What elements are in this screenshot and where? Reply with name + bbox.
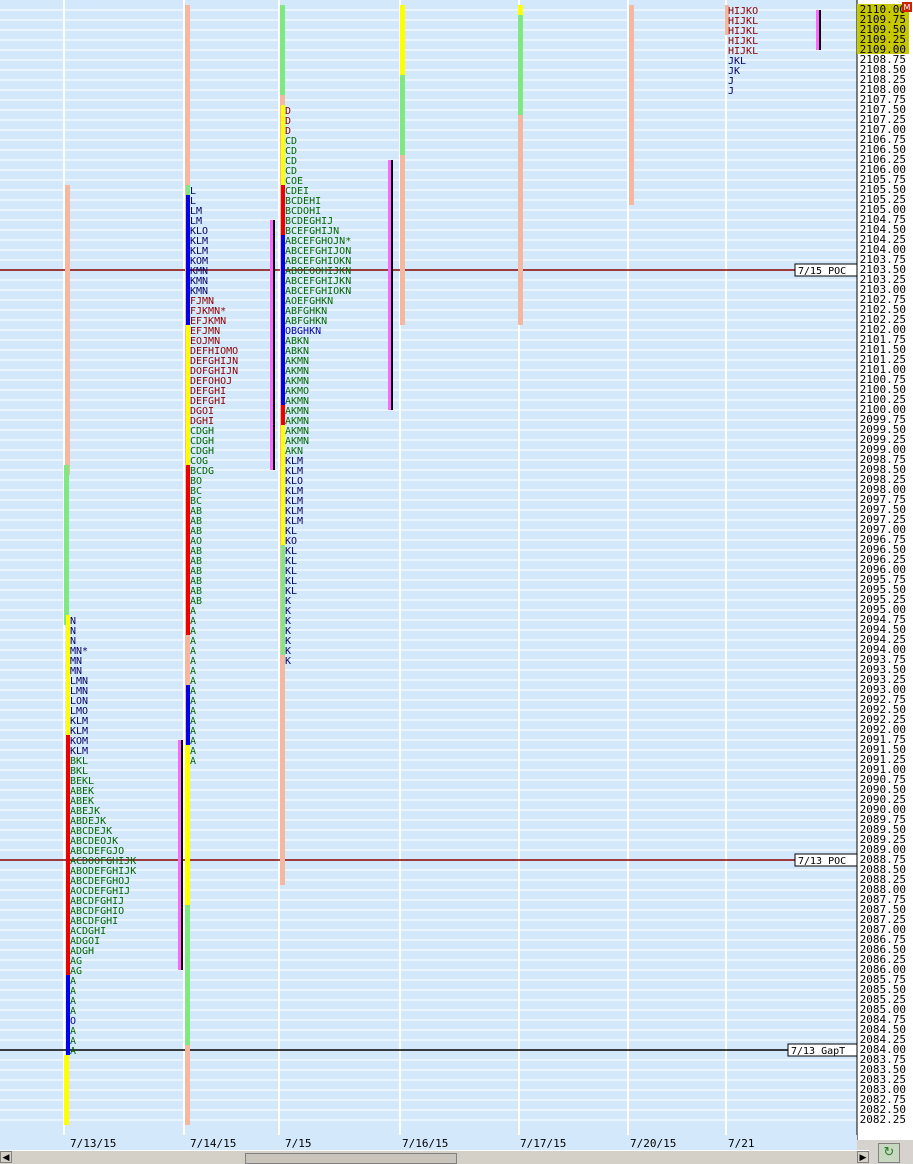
date-label: 7/13/15 [70,1137,116,1150]
corner-marker-label: M [904,3,911,12]
tpo-row: K [285,656,291,667]
reference-label: 7/13 GapT [791,1046,845,1057]
value-area-bar [388,160,391,410]
tpo-row: J [728,86,734,97]
market-profile-chart: 7/15 POC7/13 POC7/13 GapT NNNMN*MNMNLMNL… [0,0,913,1150]
range-bar [518,115,523,325]
range-bar [280,5,285,105]
tpo-row: A [190,756,196,767]
range-bar [65,185,70,475]
date-label: 7/20/15 [630,1137,676,1150]
range-bar [400,5,405,85]
date-label: 7/16/15 [402,1137,448,1150]
range-bar [629,5,634,205]
range-bar [400,75,405,165]
date-label: 7/15 [285,1137,312,1150]
range-bar [185,745,190,905]
tpo-row: A [70,1046,76,1057]
reference-label: 7/15 POC [798,266,846,277]
date-label: 7/17/15 [520,1137,566,1150]
horizontal-scrollbar[interactable]: ◀ ▶ [0,1150,869,1164]
range-bar [518,15,523,125]
range-bar [400,155,405,325]
value-area-bar [816,10,819,50]
range-bar [64,1055,69,1125]
range-bar [64,465,69,625]
date-label: 7/14/15 [190,1137,236,1150]
date-label: 7/21 [728,1137,755,1150]
scrollbar-thumb[interactable] [245,1153,457,1164]
reference-label: 7/13 POC [798,856,846,867]
value-area-bar [178,740,181,970]
price-tick-label: 2082.25 [860,1113,906,1126]
scroll-left-icon[interactable]: ◀ [0,1151,12,1163]
value-area-bar [270,220,273,470]
scroll-right-icon[interactable]: ▶ [857,1151,869,1163]
price-axis: 2110.002109.752109.502109.252109.002108.… [857,2,912,1126]
refresh-icon[interactable]: ↻ [878,1143,900,1163]
